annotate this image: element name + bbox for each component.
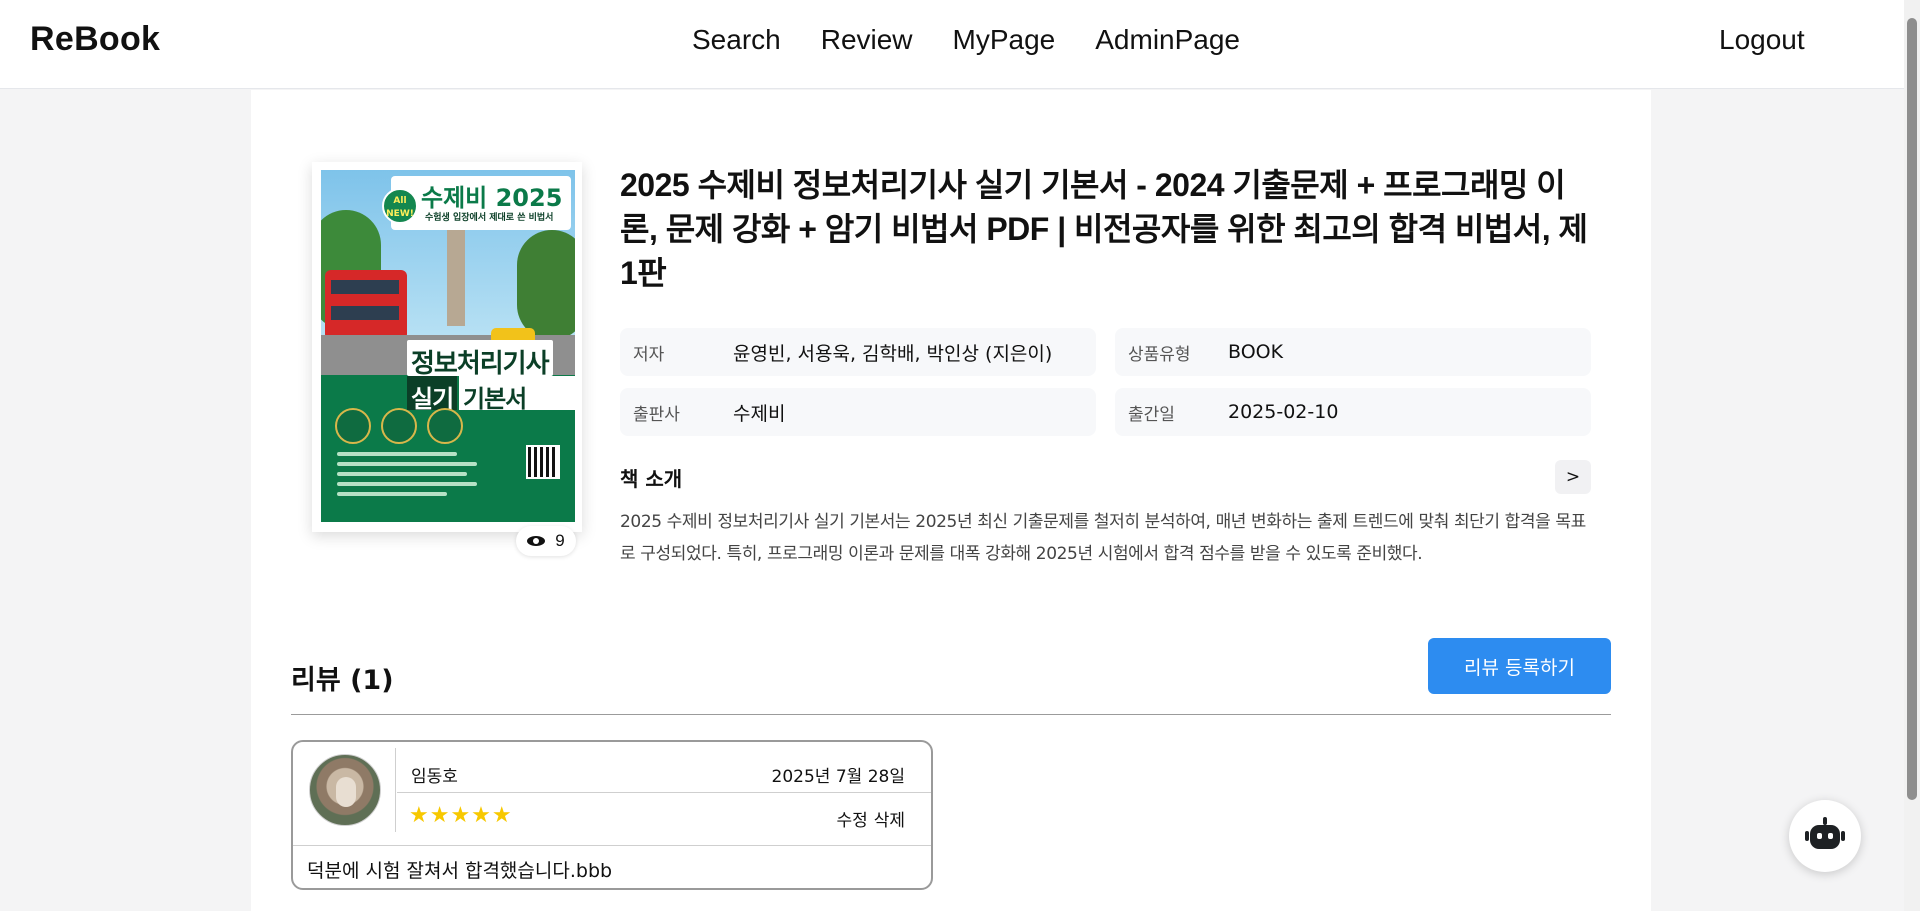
review-body: 덕분에 시험 잘쳐서 합격했습니다.bbb xyxy=(307,860,613,882)
meta-label: 저자 xyxy=(633,344,665,365)
view-count-value: 9 xyxy=(555,531,565,550)
main-nav: Search Review MyPage AdminPage xyxy=(692,24,1240,56)
cover-title-line2b: 기본서 xyxy=(463,385,527,413)
meta-author: 저자 윤영빈, 서용욱, 김학배, 박인상 (지은이) xyxy=(620,328,1096,376)
meta-value: BOOK xyxy=(1228,341,1284,363)
meta-value: 수제비 xyxy=(733,402,786,425)
meta-value: 윤영빈, 서용욱, 김학배, 박인상 (지은이) xyxy=(733,342,1053,365)
meta-product-type: 상품유형 BOOK xyxy=(1115,328,1591,376)
meta-label: 상품유형 xyxy=(1128,344,1191,365)
review-author: 임동호 xyxy=(411,767,458,787)
review-card: 임동호 2025년 7월 28일 ★★★★★ 수정 삭제 덕분에 시험 잘쳐서 … xyxy=(291,740,933,890)
award-medal-icon xyxy=(381,408,417,444)
meta-value: 2025-02-10 xyxy=(1228,401,1339,423)
meta-publisher: 출판사 수제비 xyxy=(620,388,1096,436)
scrollbar-thumb[interactable] xyxy=(1907,18,1917,800)
chatbot-button[interactable] xyxy=(1789,800,1861,872)
meta-label: 출판사 xyxy=(633,404,680,425)
divider xyxy=(395,748,396,832)
view-count: 9 xyxy=(516,526,576,556)
cover-brand: 수제비 2025 xyxy=(421,184,563,212)
star-rating-icon: ★★★★★ xyxy=(409,803,513,828)
intro-expand-button[interactable]: > xyxy=(1555,460,1591,494)
award-medal-icon xyxy=(335,408,371,444)
edit-review-button[interactable]: 수정 xyxy=(836,806,867,831)
robot-icon xyxy=(1823,817,1827,825)
cover-brand-sub: 수험생 입장에서 제대로 쓴 비법서 xyxy=(425,213,554,223)
add-review-button[interactable]: 리뷰 등록하기 xyxy=(1428,638,1611,694)
avatar xyxy=(309,754,381,826)
cover-badge: All NEW! xyxy=(382,188,418,224)
book-cover-image: All NEW! 수제비 2025 수험생 입장에서 제대로 쓴 비법서 정보처… xyxy=(321,170,575,522)
meta-publish-date: 출간일 2025-02-10 xyxy=(1115,388,1591,436)
nav-review[interactable]: Review xyxy=(821,24,913,56)
logo[interactable]: ReBook xyxy=(30,20,160,59)
meta-label: 출간일 xyxy=(1128,404,1175,425)
review-actions: 수정 삭제 xyxy=(836,806,905,831)
eye-icon xyxy=(527,536,546,546)
award-medal-icon xyxy=(427,408,463,444)
top-nav-bar: ReBook Search Review MyPage AdminPage Lo… xyxy=(0,0,1904,89)
logout-button[interactable]: Logout xyxy=(1719,24,1805,56)
nav-adminpage[interactable]: AdminPage xyxy=(1095,24,1240,56)
cover-title-line1: 정보처리기사 xyxy=(411,349,550,379)
nav-mypage[interactable]: MyPage xyxy=(953,24,1056,56)
nav-search[interactable]: Search xyxy=(692,24,781,56)
divider xyxy=(291,714,1611,715)
divider xyxy=(293,845,931,846)
qr-code-icon xyxy=(526,445,560,479)
intro-heading: 책 소개 xyxy=(620,467,683,491)
review-date: 2025년 7월 28일 xyxy=(771,767,905,787)
reviews-heading: 리뷰 (1) xyxy=(291,665,394,696)
divider xyxy=(397,792,931,793)
intro-text: 2025 수제비 정보처리기사 실기 기본서는 2025년 최신 기출문제를 철… xyxy=(620,512,1586,564)
book-title: 2025 수제비 정보처리기사 실기 기본서 - 2024 기출문제 + 프로그… xyxy=(620,167,1588,291)
delete-review-button[interactable]: 삭제 xyxy=(874,806,905,831)
